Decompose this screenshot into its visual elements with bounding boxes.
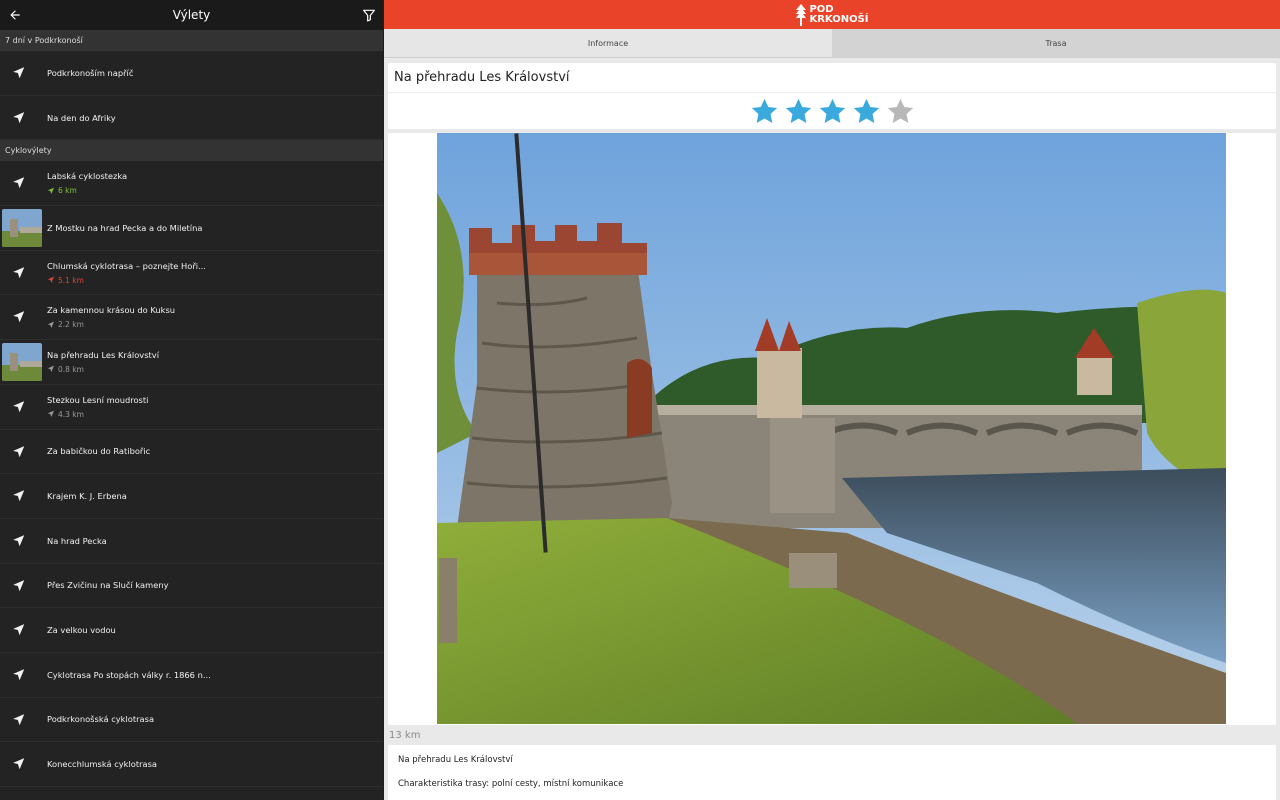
tab-informace[interactable]: Informace: [384, 29, 832, 58]
trip-list-item[interactable]: Podkrkonošská cyklotrasa: [0, 698, 383, 743]
star-icon[interactable]: [818, 97, 847, 126]
tree-arrow-logo-icon: [796, 3, 807, 26]
distance-text: 2.2 km: [58, 320, 84, 330]
trip-detail-panel: POD KRKONOŠÍ Informace Trasa Na přehradu…: [384, 0, 1280, 800]
navigation-arrow-icon: [13, 758, 25, 770]
trip-thumbnail: [2, 343, 42, 382]
trip-name: Labská cyklostezka: [47, 171, 128, 182]
trip-list-item[interactable]: Labská cyklostezka 6 km: [0, 161, 383, 207]
trip-list-item[interactable]: Přes Zvičinu na Slučí kameny: [0, 564, 383, 609]
logo-line-1: POD: [809, 3, 834, 15]
trip-name: Krajem K. J. Erbena: [47, 491, 127, 502]
trip-list-item[interactable]: Za velkou vodou: [0, 608, 383, 653]
trip-list: 7 dní v Podkrkonoší Podkrkonoším napříč Na…: [0, 30, 383, 787]
distance-text: 6 km: [58, 186, 77, 196]
brand-header: POD KRKONOŠÍ: [384, 0, 1280, 29]
trip-name: Za babičkou do Ratibořic: [47, 446, 151, 457]
trip-name: Podkrkonošská cyklotrasa: [47, 714, 155, 725]
distance-text: 0.8 km: [58, 364, 84, 374]
navigation-arrow-icon: [13, 535, 25, 547]
description-card: Na přehradu Les Království Charakteristi…: [388, 745, 1276, 800]
star-icon[interactable]: [784, 97, 813, 126]
trip-list-item[interactable]: Cyklotrasa Po stopách války r. 1866 n...: [0, 653, 383, 698]
description-title: Na přehradu Les Království: [398, 755, 513, 765]
star-icon[interactable]: [750, 97, 779, 126]
navigation-arrow-icon: [13, 266, 25, 278]
arrow-left-icon: [10, 10, 20, 20]
navigation-arrow-icon: [13, 624, 25, 636]
rating-stars[interactable]: [388, 93, 1276, 129]
distance-text: 4.3 km: [58, 409, 84, 419]
trip-distance-badge: 0.8 km: [47, 365, 159, 374]
list-toolbar: Výlety: [0, 0, 383, 30]
trip-name: Z Mostku na hrad Pecka a do Miletína: [47, 222, 203, 233]
trip-name: Chlumská cyklotrasa – poznejte Hoři...: [47, 260, 206, 271]
trip-distance-badge: 2.2 km: [47, 320, 175, 329]
navigation-arrow-icon: [13, 177, 25, 189]
trip-name: Za kamennou krásou do Kuksu: [47, 305, 176, 316]
navigation-arrow-icon: [13, 311, 25, 323]
logo-line-2: KRKONOŠÍ: [809, 13, 869, 25]
detail-tabs: Informace Trasa: [384, 29, 1280, 58]
navigation-arrow-icon: [13, 669, 25, 681]
section-header: Cyklovýlety: [0, 140, 383, 162]
trip-name: Cyklotrasa Po stopách války r. 1866 n...: [47, 669, 211, 680]
trip-photo[interactable]: [437, 133, 1226, 724]
navigation-arrow-icon: [13, 445, 25, 457]
trip-name: Podkrkonoším napříč: [47, 67, 134, 78]
trip-list-item[interactable]: Na hrad Pecka: [0, 519, 383, 564]
navigation-arrow-icon: [47, 276, 54, 284]
trip-distance-badge: 6 km: [47, 186, 127, 195]
star-icon[interactable]: [886, 97, 915, 126]
trip-list-item[interactable]: Podkrkonoším napříč: [0, 51, 383, 96]
trip-name: Přes Zvičinu na Slučí kameny: [47, 580, 169, 591]
trip-list-item[interactable]: Krajem K. J. Erbena: [0, 474, 383, 519]
trip-list-item[interactable]: Chlumská cyklotrasa – poznejte Hoři... 5.…: [0, 251, 383, 296]
trip-list-item[interactable]: Na přehradu Les Království 0.8 km: [0, 340, 383, 385]
back-button[interactable]: [0, 0, 30, 30]
navigation-arrow-icon: [47, 187, 54, 194]
trip-list-panel: Výlety 7 dní v Podkrkonoší Podkrkonoším n…: [0, 0, 383, 800]
title-card: Na přehradu Les Království: [388, 63, 1276, 129]
navigation-arrow-icon: [13, 579, 25, 591]
trip-list-item[interactable]: Stezkou Lesní moudrosti 4.3 km: [0, 385, 383, 430]
trip-list-item[interactable]: Za babičkou do Ratibořic: [0, 430, 383, 475]
star-icon[interactable]: [852, 97, 881, 126]
navigation-arrow-icon: [13, 490, 25, 502]
distance-text: 5.1 km: [58, 275, 84, 285]
trip-name: Za velkou vodou: [47, 625, 116, 636]
trip-title: Na přehradu Les Království: [388, 63, 1276, 93]
detail-content: Na přehradu Les Království 13 km Na přeh…: [388, 63, 1276, 800]
photo-card: [388, 133, 1276, 725]
trip-list-item[interactable]: Na den do Afriky: [0, 96, 383, 141]
trip-distance: 13 km: [389, 730, 421, 741]
trip-list-item[interactable]: Konecchlumská cyklotrasa: [0, 742, 383, 787]
trip-name: Na hrad Pecka: [47, 535, 107, 546]
trip-name: Na den do Afriky: [47, 112, 116, 123]
trip-name: Konecchlumská cyklotrasa: [47, 759, 158, 770]
description-text: Charakteristika trasy: polní cesty, míst…: [398, 779, 624, 789]
navigation-arrow-icon: [13, 400, 25, 413]
trip-distance-badge: 5.1 km: [47, 276, 206, 285]
trip-list-item[interactable]: Z Mostku na hrad Pecka a do Miletína: [0, 206, 383, 251]
navigation-arrow-icon: [47, 321, 54, 328]
trip-name: Na přehradu Les Království: [47, 349, 160, 360]
app-window: Výlety 7 dní v Podkrkonoší Podkrkonoším n…: [0, 0, 1280, 800]
filter-funnel-icon: [363, 9, 375, 22]
trip-name: Stezkou Lesní moudrosti: [47, 394, 149, 405]
navigation-arrow-icon: [13, 713, 25, 725]
navigation-arrow-icon: [47, 366, 54, 373]
tab-trasa[interactable]: Trasa: [832, 29, 1280, 58]
navigation-arrow-icon: [13, 111, 25, 123]
filter-button[interactable]: [361, 7, 377, 23]
navigation-arrow-icon: [47, 410, 54, 418]
pod-krkonosi-logo: POD KRKONOŠÍ: [795, 3, 869, 26]
trip-distance-badge: 4.3 km: [47, 410, 148, 419]
trip-list-item[interactable]: Za kamennou krásou do Kuksu 2.2 km: [0, 295, 383, 341]
list-title: Výlety: [172, 8, 211, 22]
section-header: 7 dní v Podkrkonoší: [0, 30, 383, 51]
trip-thumbnail: [2, 209, 42, 248]
navigation-arrow-icon: [13, 67, 25, 79]
